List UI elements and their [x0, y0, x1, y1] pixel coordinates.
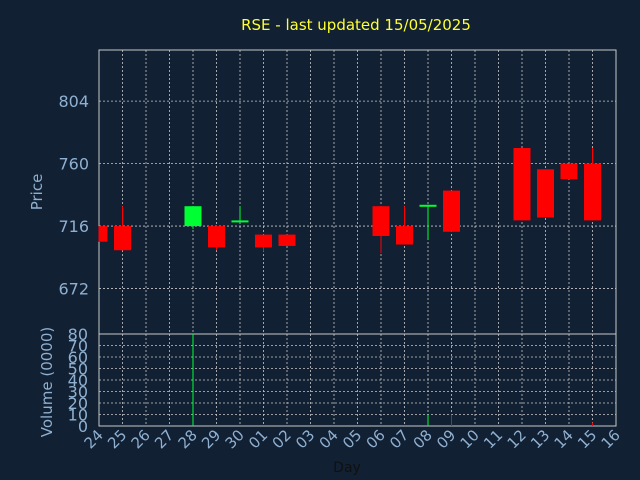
candle-body — [537, 169, 554, 218]
x-tick-label: 08 — [410, 426, 436, 452]
y-axis-label: Price — [28, 174, 46, 211]
x-tick-label: 15 — [574, 426, 600, 452]
axes-layer: 2425262728293001020304050607080910111213… — [58, 49, 624, 452]
x-tick-label: 07 — [386, 426, 412, 452]
candle-body — [560, 163, 578, 180]
candle-body — [372, 206, 390, 237]
candle-body — [255, 234, 272, 248]
candle-body — [513, 147, 531, 221]
volume-axis-label: Volume (0000) — [38, 327, 56, 437]
candle-body — [208, 226, 225, 248]
price-tick-label: 716 — [58, 217, 89, 236]
x-tick-label: 29 — [198, 426, 224, 452]
candle-body — [584, 163, 601, 221]
candle-body — [114, 226, 131, 251]
x-tick-label: 10 — [457, 426, 483, 452]
x-tick-label: 12 — [504, 426, 530, 452]
x-tick-label: 03 — [292, 426, 318, 452]
volume-tick-label: 80 — [68, 325, 88, 344]
x-tick-label: 13 — [527, 426, 553, 452]
candle-body — [443, 190, 460, 232]
x-tick-label: 27 — [151, 426, 177, 452]
chart-title: RSE - last updated 15/05/2025 — [241, 16, 471, 34]
price-tick-label: 672 — [58, 280, 89, 299]
candle-body — [396, 226, 413, 245]
x-tick-label: 30 — [222, 426, 248, 452]
price-tick-label: 760 — [58, 155, 89, 174]
x-tick-label: 14 — [551, 426, 577, 452]
x-tick-label: 05 — [339, 426, 365, 452]
price-tick-label: 804 — [58, 92, 89, 111]
x-tick-label: 11 — [480, 426, 506, 452]
candle-body — [278, 234, 296, 246]
marks-layer — [98, 147, 601, 426]
x-tick-label: 01 — [245, 426, 271, 452]
x-tick-label: 04 — [316, 426, 342, 452]
x-tick-label: 16 — [598, 426, 624, 452]
x-tick-label: 02 — [269, 426, 295, 452]
candle-body — [99, 226, 108, 242]
candle-body — [184, 206, 202, 227]
x-tick-label: 28 — [175, 426, 201, 452]
grid-layer — [98, 50, 617, 427]
candle-body — [231, 220, 249, 223]
x-tick-label: 06 — [363, 426, 389, 452]
x-tick-label: 25 — [104, 426, 130, 452]
x-axis-label: Day — [333, 460, 361, 476]
x-tick-label: 09 — [433, 426, 459, 452]
candle-body — [419, 204, 437, 207]
price-volume-chart: 2425262728293001020304050607080910111213… — [28, 16, 624, 476]
x-tick-label: 26 — [128, 426, 154, 452]
